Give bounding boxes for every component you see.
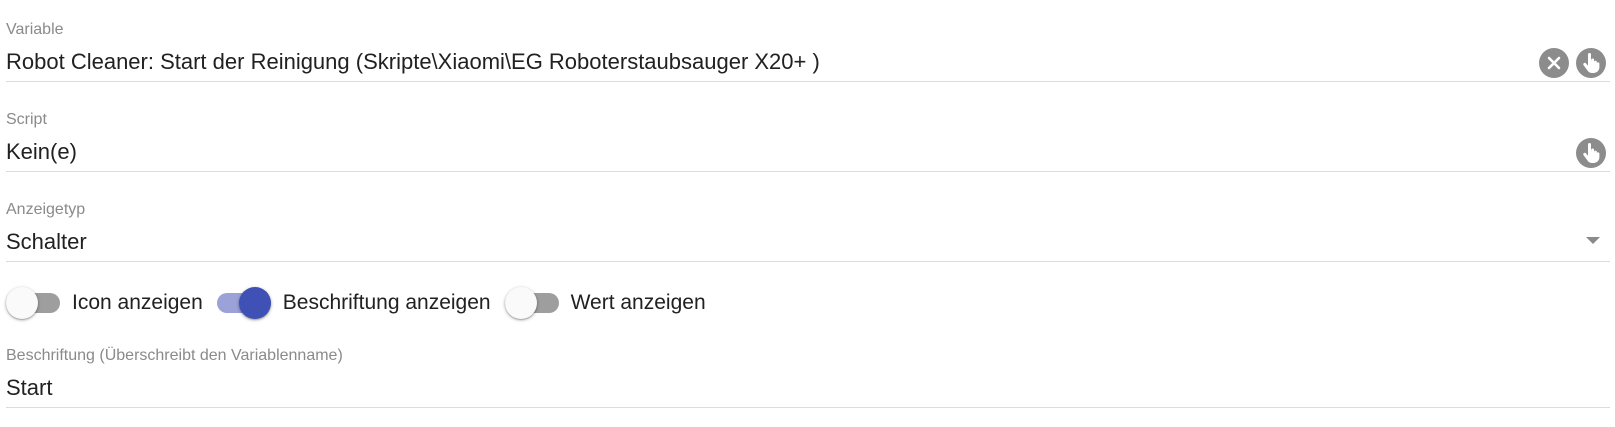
display-type-label: Anzeigetyp xyxy=(6,201,86,218)
toggles-row: Icon anzeigen Beschriftung anzeigen Wert… xyxy=(6,287,720,319)
toggle-show-icon[interactable]: Icon anzeigen xyxy=(6,287,217,319)
toggle-show-value[interactable]: Wert anzeigen xyxy=(504,287,720,319)
variable-label: Variable xyxy=(6,21,64,38)
hand-pointer-icon[interactable] xyxy=(1576,48,1606,78)
variable-field[interactable]: Variable Robot Cleaner: Start der Reinig… xyxy=(6,21,1610,82)
script-value[interactable]: Kein(e) xyxy=(6,138,77,166)
display-type-value[interactable]: Schalter xyxy=(6,228,87,256)
chevron-down-icon[interactable] xyxy=(1586,237,1600,244)
switch-thumb[interactable] xyxy=(238,287,271,319)
toggle-label-show-icon: Icon anzeigen xyxy=(72,291,203,314)
switch-thumb[interactable] xyxy=(504,287,537,319)
toggle-label-show-caption: Beschriftung anzeigen xyxy=(282,291,491,314)
switch-show-icon[interactable] xyxy=(6,287,60,319)
variable-value[interactable]: Robot Cleaner: Start der Reinigung (Skri… xyxy=(6,48,820,76)
switch-thumb[interactable] xyxy=(6,287,38,319)
toggle-label-show-value: Wert anzeigen xyxy=(570,291,706,314)
script-field[interactable]: Script Kein(e) xyxy=(6,111,1610,172)
caption-input[interactable]: Start xyxy=(6,374,52,402)
script-label: Script xyxy=(6,111,47,128)
caption-label: Beschriftung (Überschreibt den Variablen… xyxy=(6,347,343,364)
toggle-show-caption[interactable]: Beschriftung anzeigen xyxy=(216,287,505,319)
close-icon[interactable] xyxy=(1539,48,1569,78)
hand-pointer-icon[interactable] xyxy=(1576,138,1606,168)
switch-show-caption[interactable] xyxy=(216,287,271,319)
caption-field[interactable]: Beschriftung (Überschreibt den Variablen… xyxy=(6,347,1610,408)
display-type-select[interactable]: Anzeigetyp Schalter xyxy=(6,201,1610,262)
switch-show-value[interactable] xyxy=(504,287,559,319)
